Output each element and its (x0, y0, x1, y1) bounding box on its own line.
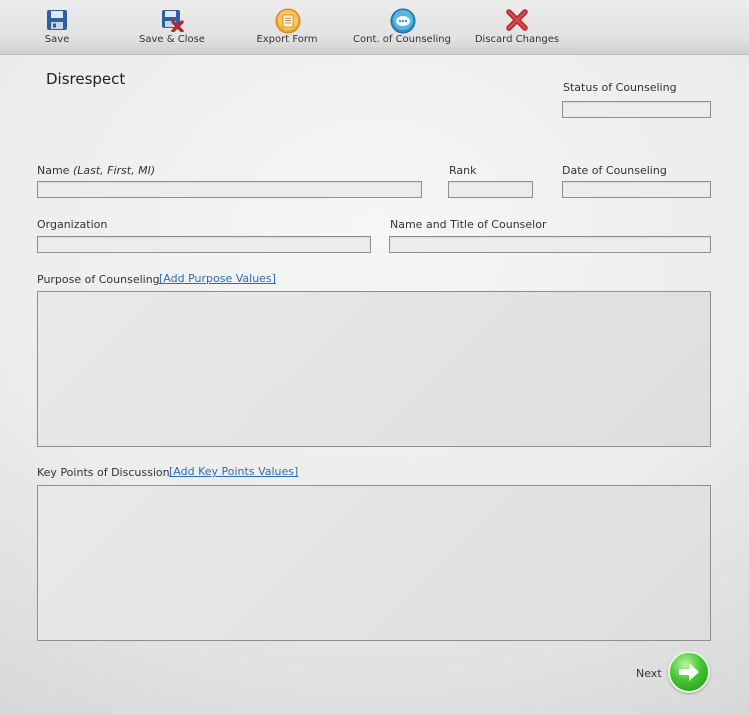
rank-field[interactable] (448, 181, 533, 198)
date-field[interactable] (562, 181, 711, 198)
export-form-button[interactable]: Export Form (232, 8, 342, 52)
next-button[interactable] (668, 651, 710, 693)
counselor-label: Name and Title of Counselor (390, 218, 547, 231)
organization-field[interactable] (37, 236, 371, 253)
export-form-icon (275, 8, 301, 34)
form-title: Disrespect (46, 70, 126, 88)
key-points-textarea[interactable] (37, 485, 711, 641)
counselor-field[interactable] (389, 236, 711, 253)
status-field[interactable] (562, 101, 711, 118)
name-field[interactable] (37, 181, 422, 198)
arrow-right-icon (679, 663, 699, 681)
organization-label: Organization (37, 218, 108, 231)
status-label: Status of Counseling (563, 81, 677, 94)
add-purpose-values-link[interactable]: [Add Purpose Values] (159, 272, 276, 285)
toolbar: Save Save & Close Export Form Cont. of C… (0, 0, 749, 55)
save-close-button[interactable]: Save & Close (117, 8, 227, 52)
key-points-label: Key Points of Discussion (37, 466, 170, 479)
save-button[interactable]: Save (2, 8, 112, 52)
floppy-disk-icon (45, 8, 69, 32)
red-x-icon (505, 8, 529, 32)
purpose-label: Purpose of Counseling (37, 273, 160, 286)
next-label: Next (636, 667, 662, 680)
rank-label: Rank (449, 164, 477, 177)
purpose-textarea[interactable] (37, 291, 711, 447)
name-label: Name (Last, First, MI) (37, 164, 155, 177)
discard-changes-button[interactable]: Discard Changes (462, 8, 572, 52)
speech-bubble-icon (390, 8, 416, 34)
floppy-disk-close-icon (160, 8, 184, 33)
continuation-of-counseling-button[interactable]: Cont. of Counseling (347, 8, 457, 52)
name-label-hint: (Last, First, MI) (72, 164, 156, 177)
date-label: Date of Counseling (562, 164, 667, 177)
add-key-points-values-link[interactable]: [Add Key Points Values] (169, 465, 298, 478)
name-label-text: Name (37, 164, 70, 177)
